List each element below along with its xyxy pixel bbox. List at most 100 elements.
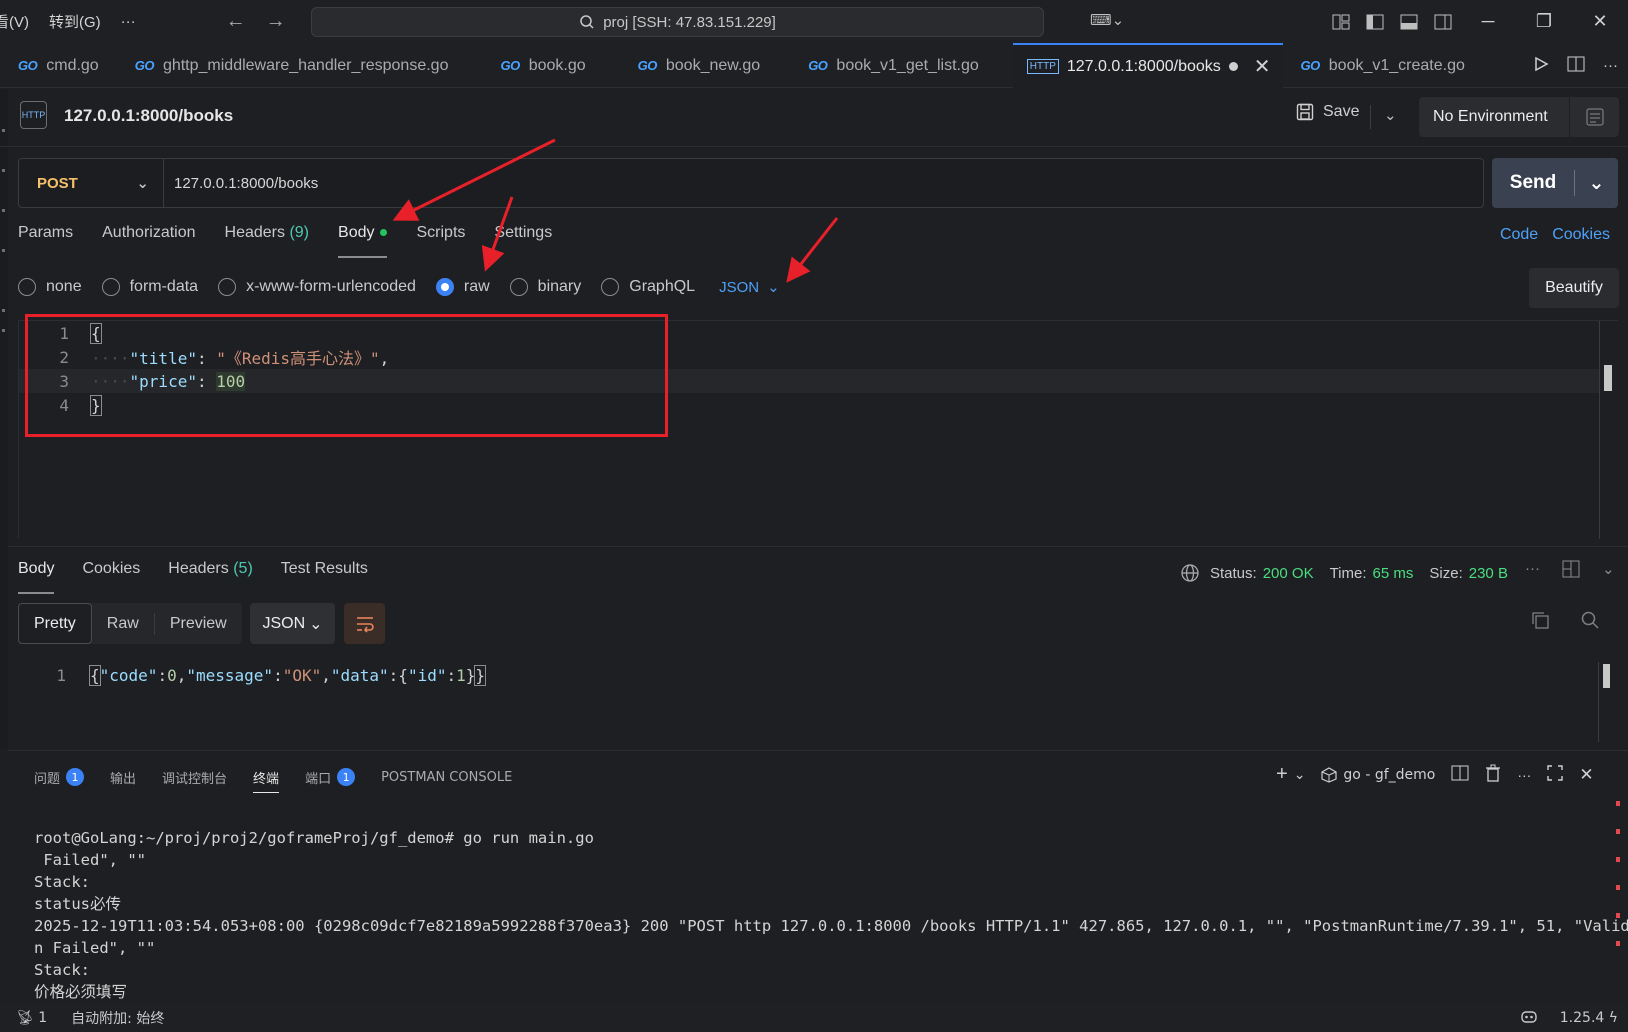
- headers-count: (9): [289, 224, 310, 241]
- more-icon[interactable]: ···: [1517, 767, 1531, 783]
- radio-circle: [601, 278, 620, 296]
- terminal-selector[interactable]: go - gf_demo: [1321, 767, 1435, 783]
- tab-test-results[interactable]: Test Results: [281, 560, 368, 594]
- terminal-output[interactable]: root@GoLang:~/proj/proj2/goframeProj/gf_…: [34, 805, 1628, 1032]
- layout-icon[interactable]: [1562, 560, 1580, 582]
- customize-layout-icon[interactable]: [1324, 0, 1358, 43]
- toggle-sidebar-icon[interactable]: [1358, 0, 1392, 43]
- wrap-lines-button[interactable]: [344, 603, 385, 644]
- view-raw[interactable]: Raw: [92, 603, 154, 644]
- forward-arrow-icon[interactable]: →: [256, 10, 296, 33]
- radio-graphql[interactable]: GraphQL: [601, 278, 695, 296]
- response-tools: [1530, 610, 1600, 634]
- close-panel-icon[interactable]: ✕: [1579, 765, 1593, 785]
- response-meta: Status: 200 OK Time: 65 ms Size: 230 B: [1180, 563, 1518, 583]
- close-window-icon[interactable]: ✕: [1572, 0, 1628, 43]
- toggle-panel-icon[interactable]: [1392, 0, 1426, 43]
- maximize-panel-icon[interactable]: [1547, 765, 1564, 784]
- cookies-link[interactable]: Cookies: [1552, 226, 1610, 244]
- chevron-down-icon[interactable]: ⌄: [1384, 106, 1397, 124]
- radio-urlencoded[interactable]: x-www-form-urlencoded: [218, 278, 416, 296]
- restore-icon[interactable]: ❐: [1516, 0, 1572, 43]
- body-format-select[interactable]: JSON ⌄: [719, 278, 780, 297]
- save-button[interactable]: Save: [1296, 103, 1359, 121]
- auto-attach-status[interactable]: 自动附加: 始终: [71, 1008, 164, 1028]
- tab-ghttp-middleware[interactable]: GO ghttp_middleware_handler_response.go: [117, 43, 483, 88]
- radio-circle: [435, 278, 454, 296]
- menu-more[interactable]: ···: [111, 13, 146, 30]
- minimize-icon[interactable]: ─: [1460, 0, 1516, 43]
- tab-problems[interactable]: 问题 1: [34, 768, 85, 787]
- tab-body[interactable]: Body: [338, 224, 388, 258]
- tab-book-v1-get-list[interactable]: GO book_v1_get_list.go: [790, 43, 1013, 88]
- chevron-down-icon[interactable]: ⌄: [1602, 560, 1615, 582]
- menu-goto[interactable]: 转到(G): [39, 11, 111, 32]
- tab-headers[interactable]: Headers (9): [225, 224, 310, 258]
- go-version-status[interactable]: 1.25.4 ϟ: [1560, 1010, 1618, 1026]
- menu-view[interactable]: 看(V): [0, 11, 39, 32]
- method-select[interactable]: POST ⌄: [19, 159, 164, 207]
- tab-authorization[interactable]: Authorization: [102, 224, 195, 258]
- tab-book-new-go[interactable]: GO book_new.go: [620, 43, 791, 88]
- request-header: HTTP 127.0.0.1:8000/books Save ⌄ No Envi…: [0, 89, 1628, 147]
- command-center[interactable]: proj [SSH: 47.83.151.229]: [311, 7, 1044, 37]
- time-value[interactable]: 65 ms: [1373, 565, 1414, 582]
- tab-label: ghttp_middleware_handler_response.go: [162, 56, 449, 74]
- tab-book-v1-create[interactable]: GO book_v1_create.go: [1283, 43, 1483, 88]
- plus-icon[interactable]: +: [1276, 763, 1288, 786]
- scrollbar-thumb[interactable]: [1604, 365, 1612, 391]
- more-icon[interactable]: ···: [1525, 560, 1540, 582]
- more-actions-icon[interactable]: ···: [1603, 57, 1618, 74]
- view-preview[interactable]: Preview: [155, 603, 242, 644]
- go-icon: GO: [500, 58, 520, 73]
- trash-icon[interactable]: [1485, 764, 1501, 785]
- radio-binary[interactable]: binary: [509, 278, 581, 296]
- beautify-button[interactable]: Beautify: [1529, 268, 1619, 308]
- tab-label: cmd.go: [46, 56, 99, 74]
- view-pretty[interactable]: Pretty: [18, 603, 92, 644]
- tab-response-headers[interactable]: Headers (5): [168, 560, 253, 594]
- tab-debug-console[interactable]: 调试控制台: [162, 768, 227, 787]
- request-body-editor[interactable]: 1{ 2 ····"title": "《Redis高手心法》", 3 ····"pr…: [18, 320, 1618, 539]
- response-format-select[interactable]: JSON ⌄: [250, 603, 335, 644]
- tab-scripts[interactable]: Scripts: [416, 224, 465, 258]
- environment-quick-look-icon[interactable]: [1570, 108, 1619, 126]
- status-value[interactable]: 200 OK: [1263, 565, 1314, 582]
- url-input[interactable]: [164, 159, 1483, 207]
- chevron-down-icon[interactable]: ⌄: [1575, 172, 1618, 195]
- code-line: 1{: [59, 322, 102, 344]
- tab-terminal[interactable]: 终端: [253, 768, 280, 793]
- copilot-icon[interactable]: [1520, 1008, 1538, 1028]
- tab-params[interactable]: Params: [18, 224, 73, 258]
- split-editor-icon[interactable]: [1567, 56, 1585, 76]
- toggle-secondary-sidebar-icon[interactable]: [1426, 0, 1460, 43]
- copy-icon[interactable]: [1530, 610, 1550, 634]
- run-icon[interactable]: [1533, 56, 1549, 76]
- tab-book-go[interactable]: GO book.go: [482, 43, 619, 88]
- radio-raw[interactable]: raw: [435, 278, 490, 296]
- environment-selector[interactable]: No Environment: [1419, 97, 1619, 137]
- scrollbar-thumb[interactable]: [1603, 664, 1610, 688]
- tab-http-request[interactable]: HTTP 127.0.0.1:8000/books ✕: [1012, 43, 1283, 88]
- chevron-down-icon[interactable]: ⌄: [1294, 766, 1306, 783]
- tab-settings[interactable]: Settings: [494, 224, 552, 258]
- search-icon[interactable]: [1580, 610, 1600, 634]
- response-body-line[interactable]: 1 {"code":0,"message":"OK","data":{"id":…: [18, 662, 486, 688]
- radio-none[interactable]: none: [18, 278, 82, 296]
- code-link[interactable]: Code: [1500, 226, 1538, 244]
- tab-response-body[interactable]: Body: [18, 560, 55, 594]
- copilot-chat-icon[interactable]: ⌨︎⌄: [1090, 11, 1124, 29]
- tab-response-cookies[interactable]: Cookies: [82, 560, 140, 594]
- send-button[interactable]: Send ⌄: [1492, 158, 1618, 208]
- size-value[interactable]: 230 B: [1469, 565, 1508, 582]
- back-arrow-icon[interactable]: ←: [216, 10, 256, 33]
- tab-output[interactable]: 输出: [110, 768, 136, 787]
- tab-postman-console[interactable]: POSTMAN CONSOLE: [381, 770, 512, 785]
- ports-status[interactable]: 📡︎ 1: [16, 1010, 47, 1026]
- tab-ports[interactable]: 端口 1: [305, 768, 356, 787]
- split-terminal-icon[interactable]: [1451, 765, 1469, 784]
- close-icon[interactable]: ✕: [1254, 54, 1271, 79]
- radio-form-data[interactable]: form-data: [101, 278, 198, 296]
- request-title[interactable]: 127.0.0.1:8000/books: [64, 106, 233, 126]
- tab-cmd-go[interactable]: GO cmd.go: [0, 43, 117, 88]
